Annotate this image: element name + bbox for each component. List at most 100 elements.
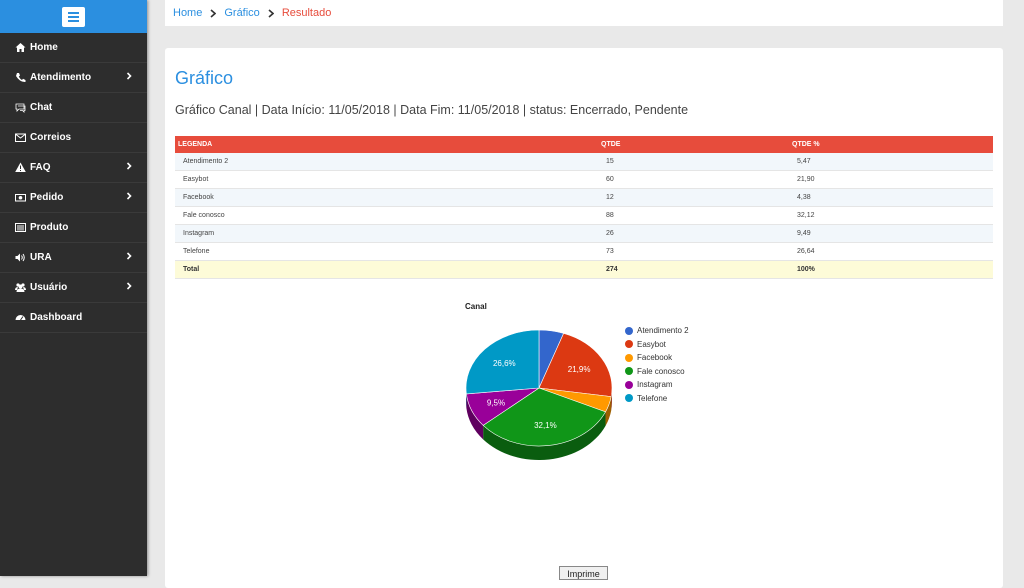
sidebar-item-label: Atendimento: [30, 72, 91, 83]
pie-data-label: 21,9%: [568, 365, 591, 374]
cell-legenda: Atendimento 2: [175, 153, 598, 171]
legend-label: Fale conosco: [637, 367, 685, 376]
legend-item: Telefone: [625, 392, 689, 406]
cell-qtde-pct: 32,12: [789, 207, 993, 225]
cell-qtde-pct: 26,64: [789, 243, 993, 261]
legend-dot: [625, 340, 633, 348]
legend-label: Facebook: [637, 353, 672, 362]
phone-icon: [15, 72, 26, 83]
cell-qtde: 88: [598, 207, 789, 225]
sidebar-item-label: Correios: [30, 132, 71, 143]
table-row: Telefone7326,64: [175, 243, 993, 261]
cell-legenda: Easybot: [175, 171, 598, 189]
cell-qtde: 12: [598, 189, 789, 207]
total-qtde: 274: [598, 261, 789, 279]
table-row: Instagram269,49: [175, 225, 993, 243]
cell-qtde-pct: 9,49: [789, 225, 993, 243]
cell-qtde-pct: 5,47: [789, 153, 993, 171]
total-label: Total: [175, 261, 598, 279]
header-legenda: LEGENDA: [175, 136, 598, 153]
legend-item: Facebook: [625, 351, 689, 365]
sidebar-item-label: Usuário: [30, 282, 67, 293]
chat-icon: [15, 102, 26, 113]
chevron-right-icon: [125, 71, 133, 81]
sidebar-item-pedido[interactable]: Pedido: [0, 183, 147, 213]
sidebar-item-label: Dashboard: [30, 312, 82, 323]
warning-icon: [15, 162, 26, 173]
sidebar-item-label: Pedido: [30, 192, 63, 203]
results-table: LEGENDA QTDE QTDE % Atendimento 2155,47E…: [175, 136, 993, 279]
cell-qtde: 15: [598, 153, 789, 171]
sidebar-item-usuario[interactable]: Usuário: [0, 273, 147, 303]
breadcrumb: Home Gráfico Resultado: [165, 0, 1003, 26]
cell-legenda: Instagram: [175, 225, 598, 243]
sidebar-item-correios[interactable]: Correios: [0, 123, 147, 153]
legend-dot: [625, 354, 633, 362]
sidebar-item-produto[interactable]: Produto: [0, 213, 147, 243]
sidebar-item-home[interactable]: Home: [0, 33, 147, 63]
sidebar: Home Atendimento Chat Correios FAQ Pedido Prod…: [0, 0, 147, 576]
sidebar-item-faq[interactable]: FAQ: [0, 153, 147, 183]
cell-qtde-pct: 4,38: [789, 189, 993, 207]
chevron-right-icon: [264, 8, 278, 18]
legend-label: Telefone: [637, 394, 667, 403]
legend-dot: [625, 367, 633, 375]
table-body: Atendimento 2155,47Easybot6021,90Faceboo…: [175, 153, 993, 279]
list-icon: [15, 222, 26, 233]
dashboard-icon: [15, 312, 26, 323]
page-subtitle: Gráfico Canal | Data Início: 11/05/2018 …: [175, 103, 688, 117]
sidebar-item-chat[interactable]: Chat: [0, 93, 147, 123]
pie-data-label: 32,1%: [534, 421, 557, 430]
table-row: Facebook124,38: [175, 189, 993, 207]
legend-label: Atendimento 2: [637, 326, 689, 335]
legend-dot: [625, 394, 633, 402]
menu-toggle-icon[interactable]: [62, 7, 85, 27]
sidebar-item-dashboard[interactable]: Dashboard: [0, 303, 147, 333]
pie-data-label: 9,5%: [487, 398, 505, 407]
chevron-right-icon: [125, 191, 133, 201]
sidebar-header: [0, 0, 147, 33]
chevron-right-icon: [125, 251, 133, 261]
home-icon: [15, 42, 26, 53]
chart-title: Canal: [465, 302, 487, 311]
table-row: Easybot6021,90: [175, 171, 993, 189]
table-row: Atendimento 2155,47: [175, 153, 993, 171]
legend-label: Easybot: [637, 340, 666, 349]
envelope-icon: [15, 132, 26, 143]
legend-label: Instagram: [637, 380, 673, 389]
header-qtde-pct: QTDE %: [789, 136, 993, 153]
main-card: Gráfico Gráfico Canal | Data Início: 11/…: [165, 48, 1003, 588]
money-icon: [15, 192, 26, 203]
chevron-right-icon: [125, 281, 133, 291]
cell-qtde: 26: [598, 225, 789, 243]
print-button[interactable]: Imprime: [559, 566, 608, 580]
sidebar-item-atendimento[interactable]: Atendimento: [0, 63, 147, 93]
header-qtde: QTDE: [598, 136, 789, 153]
chevron-right-icon: [125, 161, 133, 171]
volume-icon: [15, 252, 26, 263]
pie-chart: 21,9% 32,1% 9,5% 26,6%: [455, 328, 625, 478]
legend-item: Atendimento 2: [625, 324, 689, 338]
sidebar-item-label: Home: [30, 42, 58, 53]
breadcrumb-grafico[interactable]: Gráfico: [224, 7, 259, 19]
table-header-row: LEGENDA QTDE QTDE %: [175, 136, 993, 153]
cell-legenda: Telefone: [175, 243, 598, 261]
legend-dot: [625, 327, 633, 335]
sidebar-item-ura[interactable]: URA: [0, 243, 147, 273]
cell-qtde: 60: [598, 171, 789, 189]
legend-item: Fale conosco: [625, 365, 689, 379]
sidebar-item-label: URA: [30, 252, 52, 263]
page-title: Gráfico: [175, 68, 233, 89]
pie-data-label: 26,6%: [493, 359, 516, 368]
chevron-right-icon: [206, 8, 220, 18]
sidebar-item-label: FAQ: [30, 162, 51, 173]
sidebar-item-label: Chat: [30, 102, 52, 113]
chart-legend: Atendimento 2 Easybot Facebook Fale conosco…: [625, 324, 689, 405]
legend-dot: [625, 381, 633, 389]
legend-item: Easybot: [625, 338, 689, 352]
cell-legenda: Fale conosco: [175, 207, 598, 225]
sidebar-menu: Home Atendimento Chat Correios FAQ Pedido Prod…: [0, 33, 147, 333]
table-total-row: Total274100%: [175, 261, 993, 279]
breadcrumb-home[interactable]: Home: [173, 7, 202, 19]
legend-item: Instagram: [625, 378, 689, 392]
